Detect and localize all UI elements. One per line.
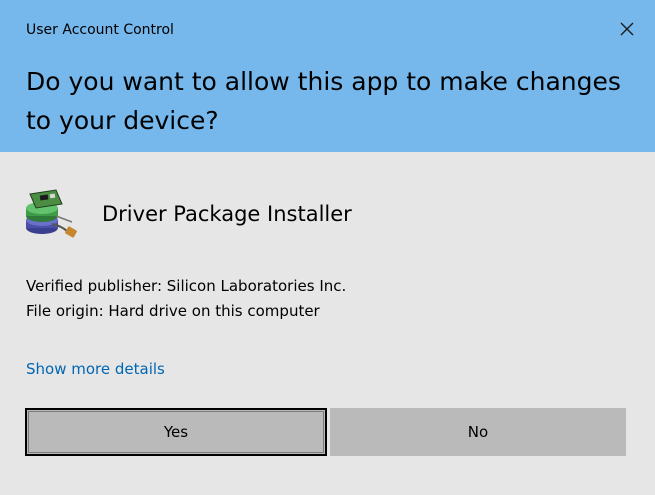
window-title: User Account Control: [26, 22, 174, 38]
driver-package-installer-icon: [26, 189, 77, 238]
app-row: Driver Package Installer: [22, 186, 352, 242]
no-button-label: No: [467, 423, 489, 441]
close-button[interactable]: [611, 14, 643, 44]
file-origin-text: File origin: Hard drive on this computer: [26, 302, 320, 320]
publisher-text: Verified publisher: Silicon Laboratories…: [26, 277, 347, 295]
yes-button[interactable]: Yes: [25, 408, 327, 456]
no-button[interactable]: No: [330, 408, 626, 456]
dialog-header: User Account Control Do you want to allo…: [0, 0, 655, 152]
uac-dialog: User Account Control Do you want to allo…: [0, 0, 655, 495]
show-more-details-link[interactable]: Show more details: [26, 360, 165, 378]
close-icon: [620, 22, 634, 36]
prompt-question: Do you want to allow this app to make ch…: [26, 67, 621, 135]
yes-button-label: Yes: [163, 423, 189, 441]
app-name: Driver Package Installer: [102, 202, 352, 226]
app-info: Verified publisher: Silicon Laboratories…: [26, 274, 346, 324]
